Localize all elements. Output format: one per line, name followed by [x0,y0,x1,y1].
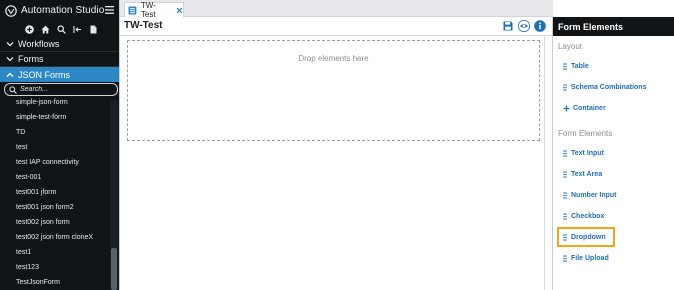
list-item[interactable]: test [16,144,27,151]
element-label: Table [571,63,589,70]
drop-zone[interactable]: Drop elements here [127,40,540,141]
element-label: Number Input [571,192,617,199]
header-divider [120,35,553,36]
dropdown-highlight-box [557,227,615,247]
search-input[interactable] [20,86,116,93]
brand-bar: Automation Studio [0,0,119,21]
list-item[interactable]: test002 json form cloneX [16,234,93,241]
nav-section-json-forms[interactable]: JSON Forms [0,67,119,82]
drag-handle-icon [563,192,567,199]
list-item[interactable]: test001 jform [16,189,56,196]
drag-handle-icon [563,171,567,178]
list-item[interactable]: test1 [16,249,31,256]
json-forms-list: simple-json-form simple-test-form TD tes… [0,96,110,290]
form-document-icon [128,6,137,14]
scrollbar-thumb[interactable] [111,248,117,290]
drag-handle-icon [563,255,567,262]
canvas-right-border [544,36,545,290]
nav-section-workflows[interactable]: Workflows [0,37,119,52]
list-item[interactable]: test002 json form [16,219,70,226]
chevron-up-icon [6,72,14,77]
sidebar-toolbar [0,21,119,37]
tab-tw-test[interactable]: TW-Test [124,1,184,19]
chevron-down-icon [6,57,14,62]
element-number-input[interactable]: Number Input [563,192,617,199]
plus-icon [563,105,570,112]
list-item[interactable]: test123 [16,264,39,271]
sidebar: Automation Studio Workflows Forms JSON F… [0,0,119,290]
sidebar-search [4,83,118,96]
info-button[interactable] [534,20,546,32]
chevron-down-icon [6,42,14,47]
search-icon[interactable] [57,24,67,34]
group-title-layout: Layout [558,42,583,51]
main-editor: TW-Test TW-Test Drop elements here [119,0,553,290]
drag-handle-icon [563,63,567,70]
element-text-area[interactable]: Text Area [563,171,602,178]
drag-handle-icon [563,84,567,91]
app-title: Automation Studio [21,5,105,16]
panel-header: Form Elements [553,17,674,36]
element-text-input[interactable]: Text Input [563,150,604,157]
list-item[interactable]: test IAP connectivity [16,159,79,166]
drag-handle-icon [563,213,567,220]
close-icon[interactable] [176,7,183,14]
element-label: Text Input [571,150,604,157]
group-title-form-elements: Form Elements [558,129,613,138]
save-icon [503,21,513,31]
home-icon[interactable] [41,24,51,34]
list-item[interactable]: simple-test-form [16,114,66,121]
element-label: Checkbox [571,213,605,220]
element-schema-combinations[interactable]: Schema Combinations [563,84,646,91]
drag-handle-icon [563,150,567,157]
editor-actions [502,20,546,32]
page-title: TW-Test [124,20,163,31]
drop-zone-hint: Drop elements here [298,54,369,63]
save-button[interactable] [502,20,514,32]
element-container[interactable]: Container [563,105,606,112]
eye-icon [518,20,530,32]
add-circle-icon[interactable] [25,24,35,34]
sidebar-scrollbar[interactable] [110,100,118,290]
tab-label: TW-Test [140,1,156,19]
tab-bar: TW-Test [120,0,553,19]
import-icon[interactable] [73,24,83,34]
element-label: Schema Combinations [571,84,647,91]
nav-section-forms[interactable]: Forms [0,52,119,67]
info-icon [534,20,546,32]
preview-button[interactable] [518,20,530,32]
list-item[interactable]: test001 json form2 [16,204,74,211]
element-file-upload[interactable]: File Upload [563,255,609,262]
element-label: File Upload [571,255,609,262]
nav-section-label: JSON Forms [18,69,71,80]
form-elements-panel: Form Elements Layout Table Schema Combin… [552,17,674,290]
automation-studio-logo-icon [5,4,17,17]
list-item[interactable]: TestJsonForm [16,279,60,286]
list-item[interactable]: test-001 [16,174,41,181]
element-checkbox[interactable]: Checkbox [563,213,604,220]
element-table[interactable]: Table [563,63,589,70]
search-icon [9,85,17,94]
hamburger-menu-icon[interactable] [105,6,114,14]
nav-section-label: Workflows [18,39,60,49]
nav-section-label: Forms [18,54,44,64]
list-item[interactable]: simple-json-form [16,99,68,106]
document-icon[interactable] [89,24,99,34]
element-label: Text Area [571,171,603,178]
list-item[interactable]: TD [16,129,25,136]
element-label: Container [573,105,606,112]
